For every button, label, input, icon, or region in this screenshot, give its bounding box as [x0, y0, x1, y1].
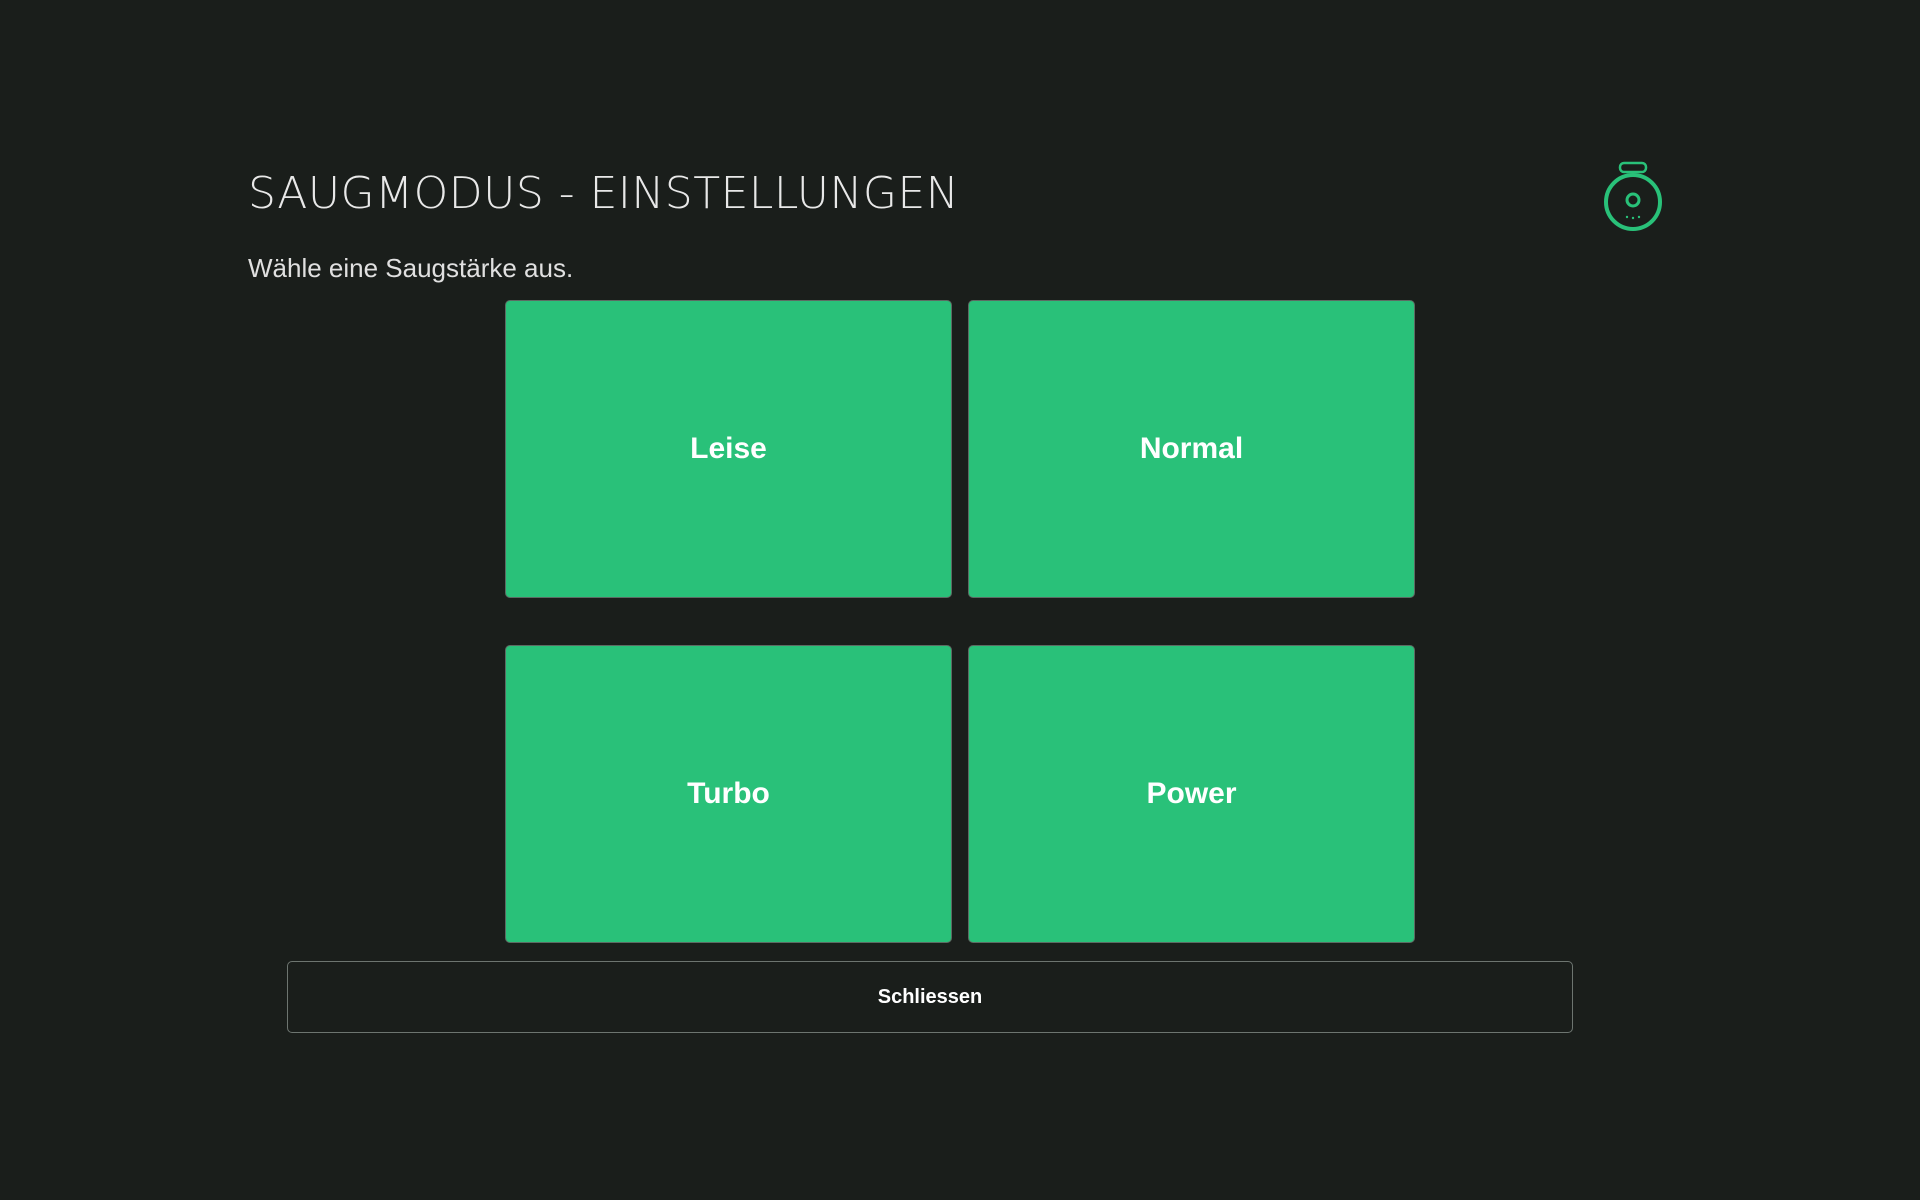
close-button-label: Schliessen: [877, 985, 983, 1008]
mode-button-label: Normal: [1139, 432, 1244, 465]
page-subtitle: Wähle eine Saugstärke aus.: [248, 253, 574, 283]
page-title: SAUGMODUS - EINSTELLUNGEN: [248, 168, 960, 219]
mode-button-label: Power: [1146, 777, 1237, 810]
mode-button-power[interactable]: Power: [968, 645, 1415, 943]
mode-button-label: Leise: [690, 432, 767, 465]
close-button[interactable]: Schliessen: [287, 961, 1573, 1033]
robot-vacuum-icon: [1602, 160, 1664, 232]
mode-button-turbo[interactable]: Turbo: [505, 645, 952, 943]
mode-button-label: Turbo: [687, 777, 770, 810]
mode-button-leise[interactable]: Leise: [505, 300, 952, 598]
mode-button-normal[interactable]: Normal: [968, 300, 1415, 598]
